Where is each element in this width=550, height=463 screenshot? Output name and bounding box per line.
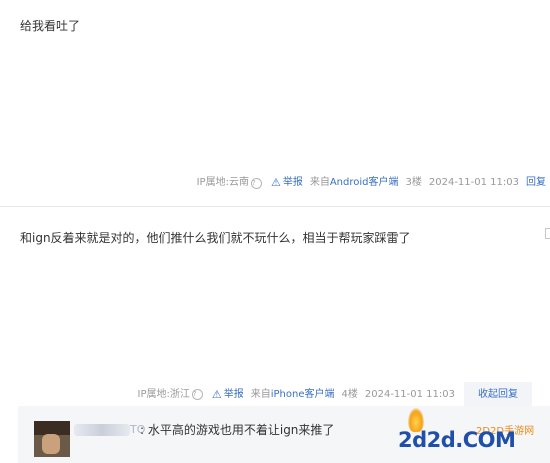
post-meta: IP属地:浙江 ? ⚠ 举报 来自 iPhone客户端 4楼 2024-11-0… [137,382,532,407]
report-link[interactable]: 举报 [224,388,244,402]
device-link[interactable]: Android客户端 [330,176,399,190]
sub-reply-text: : 水平高的游戏也用不着让ign来推了 [140,423,335,437]
ip-location: IP属地:浙江 [137,388,190,400]
post-floor-3: 给我看吐了 IP属地:云南 ? ⚠ 举报 来自 Android客户端 3楼 20… [0,0,550,198]
floor-number: 3楼 [405,177,422,188]
post-content: 和ign反着来就是对的，他们推什么我们就不玩什么，相当于帮玩家踩雷了 [20,231,411,245]
masked-username[interactable] [74,424,130,436]
site-watermark: 2D2D手游网 2d2d.COM [396,406,550,463]
floor-number: 4楼 [341,388,358,400]
post-content: 给我看吐了 [20,19,81,33]
reply-button[interactable]: 回复 [526,176,546,190]
avatar[interactable] [34,421,70,457]
question-circle-icon[interactable]: ? [191,389,203,400]
post-meta: IP属地:云南 ? ⚠ 举报 来自 Android客户端 3楼 2024-11-… [197,176,546,190]
device-link[interactable]: iPhone客户端 [271,388,335,402]
watermark-brand: 2d2d.COM [398,428,516,452]
via-label: 来自 [309,177,330,188]
warning-triangle-icon[interactable]: ⚠ [271,176,281,190]
post-time: 2024-11-01 11:03 [428,177,519,188]
warning-triangle-icon[interactable]: ⚠ [212,388,222,402]
collapse-replies-button[interactable]: 收起回复 [464,382,532,407]
post-time: 2024-11-01 11:03 [364,388,455,400]
report-link[interactable]: 举报 [283,176,303,190]
question-circle-icon[interactable]: ? [250,177,262,189]
ip-location: IP属地:云南 [196,177,249,188]
avatar-hair [34,421,70,435]
avatar-face [42,434,60,454]
post-divider [0,206,550,207]
via-label: 来自 [250,388,271,400]
